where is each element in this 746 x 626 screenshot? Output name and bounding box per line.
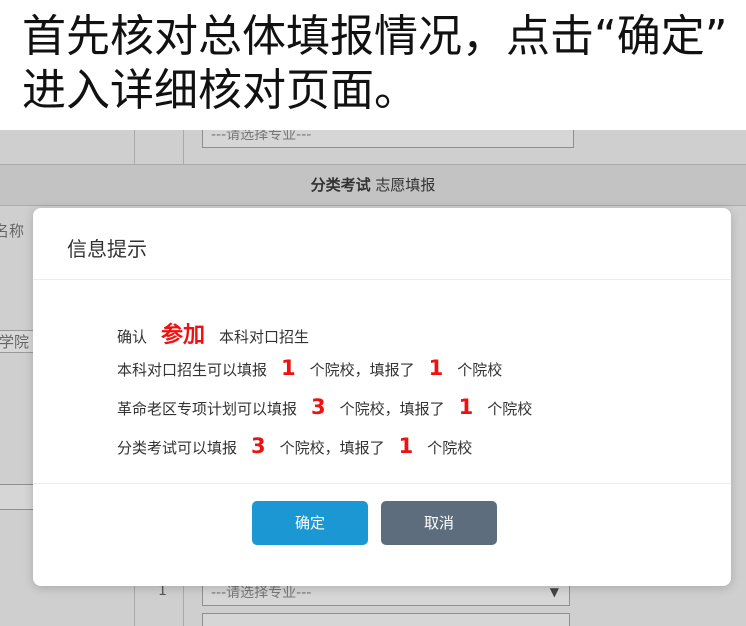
ok-button[interactable]: 确定 — [252, 501, 368, 545]
cancel-button[interactable]: 取消 — [381, 501, 497, 545]
instruction-line-1: 首先核对总体填报情况，点击“确定” — [22, 11, 728, 62]
quota-suffix: 个院校 — [457, 361, 503, 379]
confirm-prefix: 确认 — [117, 328, 148, 346]
info-dialog: 信息提示 确认 参加 本科对口招生 本科对口招生可以填报 1 个院校，填报了 1 个院校 革… — [33, 208, 731, 586]
quota-category: 本科对口招生可以填报 — [117, 361, 268, 379]
major-select-next[interactable] — [202, 613, 570, 626]
quota-allowed: 3 — [311, 395, 326, 419]
section-header-rest: 志愿填报 — [370, 176, 436, 194]
instruction-line-2: 进入详细核对页面。 — [22, 65, 418, 116]
confirm-action: 参加 — [161, 323, 206, 348]
quota-row: 本科对口招生可以填报 1 个院校，填报了 1 个院校 — [117, 356, 502, 380]
quota-suffix: 个院校 — [487, 400, 533, 418]
screenshot-area: ---请选择专业--- 分类考试 志愿填报 名称 学院 1 ---请选择专业--… — [0, 130, 746, 626]
confirm-line: 确认 参加 本科对口招生 — [117, 317, 309, 349]
dialog-header-divider — [33, 279, 731, 280]
dialog-footer-divider — [33, 483, 731, 484]
section-header-bold: 分类考试 — [310, 176, 371, 194]
quota-mid: 个院校，填报了 — [309, 361, 415, 379]
quota-filled: 1 — [428, 356, 444, 380]
quota-mid: 个院校，填报了 — [279, 439, 385, 457]
quota-filled: 1 — [398, 434, 414, 458]
major-select-bottom-value: ---请选择专业--- — [211, 585, 312, 601]
table-divider — [134, 130, 135, 164]
quota-mid: 个院校，填报了 — [339, 400, 445, 418]
quota-row: 分类考试可以填报 3 个院校，填报了 1 个院校 — [117, 434, 472, 458]
quota-allowed: 1 — [281, 356, 296, 380]
major-select-top[interactable]: ---请选择专业--- — [202, 130, 574, 148]
quota-row: 革命老区专项计划可以填报 3 个院校，填报了 1 个院校 — [117, 395, 532, 419]
quota-allowed: 3 — [251, 434, 266, 458]
dialog-title: 信息提示 — [67, 237, 147, 261]
quota-category: 分类考试可以填报 — [117, 439, 238, 457]
quota-category: 革命老区专项计划可以填报 — [117, 400, 298, 418]
left-select[interactable] — [0, 484, 36, 510]
section-header: 分类考试 志愿填报 — [0, 164, 746, 206]
major-select-top-value: ---请选择专业--- — [211, 130, 312, 143]
quota-filled: 1 — [458, 395, 474, 419]
instruction-caption: 首先核对总体填报情况，点击“确定” 进入详细核对页面。 — [22, 10, 732, 118]
table-divider — [183, 130, 184, 164]
label-school: 学院 — [0, 330, 35, 353]
quota-suffix: 个院校 — [427, 439, 473, 457]
label-name: 名称 — [0, 222, 25, 240]
confirm-target: 本科对口招生 — [219, 328, 310, 346]
